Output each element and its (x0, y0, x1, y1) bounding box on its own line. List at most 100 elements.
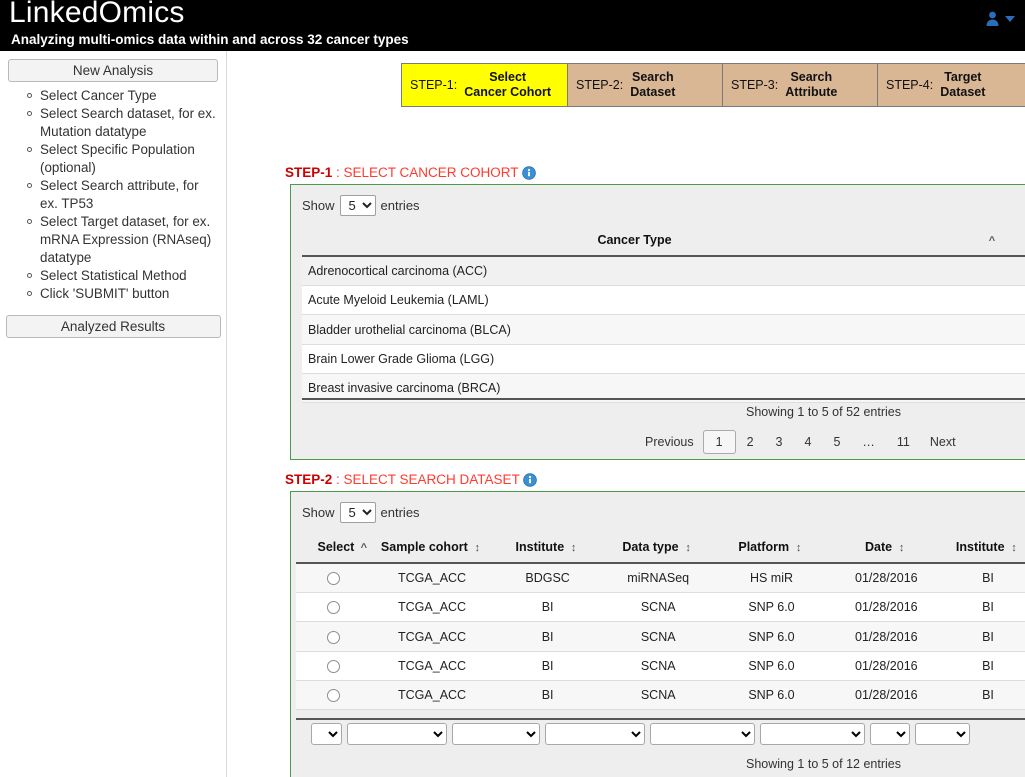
cancer-type-radio-cell[interactable] (1017, 286, 1025, 315)
filter-select[interactable] (311, 723, 342, 745)
user-icon[interactable] (985, 11, 1000, 27)
sort-ascending-icon[interactable]: ^ (986, 235, 998, 247)
pagination-page-1[interactable]: 1 (703, 430, 736, 454)
pagination-next[interactable]: Next (921, 431, 965, 453)
tab-step-2-line1: Search (632, 70, 674, 84)
filter-analysis[interactable] (915, 723, 970, 745)
pagination-page-5[interactable]: 5 (822, 431, 851, 453)
col-sample-cohort[interactable]: Sample cohort ↕ (372, 534, 492, 563)
chevron-down-icon[interactable] (1005, 16, 1015, 22)
search-dataset-table: Select ^ Sample cohort ↕ Institute ↕ D (296, 534, 1025, 710)
cancer-type-radio-cell[interactable] (1017, 315, 1025, 344)
sort-ascending-icon[interactable]: ^ (358, 542, 370, 554)
sidebar-step-label: Click 'SUBMIT' button (40, 286, 169, 301)
col-data-type-label: Data type (622, 540, 678, 554)
filter-institute-2[interactable] (870, 723, 910, 745)
new-analysis-button[interactable]: New Analysis (8, 59, 218, 82)
filter-date[interactable] (760, 723, 865, 745)
col-select-sort[interactable]: ↕ (1017, 227, 1025, 256)
cell-data-type: SCNA (603, 622, 714, 651)
cancer-type-radio-cell[interactable] (1017, 344, 1025, 373)
dataset-radio[interactable] (327, 689, 340, 702)
step2-section-title: STEP-2 : SELECT SEARCH DATASET (285, 472, 537, 490)
table-row[interactable]: TCGA_ACC BI SCNA SNP 6.0 01/28/2016 BI F… (296, 622, 1025, 651)
sidebar-step-label: Select Target dataset, for ex. mRNA Expr… (40, 214, 211, 265)
table-row[interactable]: Adrenocortical carcinoma (ACC) (302, 256, 1025, 286)
tab-step-4[interactable]: STEP-4: Target Dataset (877, 63, 1025, 107)
cell-data-type: SCNA (603, 593, 714, 622)
sort-updown-icon[interactable]: ↕ (896, 542, 908, 554)
filter-platform[interactable] (650, 723, 755, 745)
sort-updown-icon[interactable]: ↕ (682, 542, 694, 554)
dataset-radio-cell[interactable] (296, 651, 372, 680)
tab-step-2-label: Search Dataset (630, 70, 675, 100)
sort-updown-icon[interactable]: ↕ (793, 542, 805, 554)
cancer-type-radio-cell[interactable] (1017, 256, 1025, 286)
filter-data-type[interactable] (545, 723, 645, 745)
info-icon[interactable] (522, 166, 536, 183)
cell-institute-2: BI (943, 651, 1025, 680)
col-select[interactable]: Select ^ (296, 534, 372, 563)
cell-institute-2: BI (943, 593, 1025, 622)
table-row[interactable]: TCGA_ACC BI SCNA SNP 6.0 01/28/2016 BI G… (296, 651, 1025, 680)
pagination-page-11[interactable]: 11 (886, 431, 921, 453)
col-cancer-type-sort[interactable]: ^ (967, 227, 1017, 256)
col-institute-2[interactable]: Institute ↕ (943, 534, 1025, 563)
user-menu[interactable] (985, 11, 1015, 27)
col-data-type[interactable]: Data type ↕ (603, 534, 714, 563)
step2-page-size-select[interactable]: 5 (340, 502, 376, 523)
sort-updown-icon[interactable]: ↕ (568, 542, 580, 554)
tab-step-3[interactable]: STEP-3: Search Attribute (722, 63, 877, 107)
dataset-radio-cell[interactable] (296, 563, 372, 593)
col-platform[interactable]: Platform ↕ (714, 534, 830, 563)
dataset-radio[interactable] (327, 660, 340, 673)
cancer-type-spacer (967, 344, 1017, 373)
col-institute[interactable]: Institute ↕ (492, 534, 603, 563)
table-row[interactable]: Brain Lower Grade Glioma (LGG) (302, 344, 1025, 373)
table-row[interactable]: Acute Myeloid Leukemia (LAML) (302, 286, 1025, 315)
col-date[interactable]: Date ↕ (829, 534, 943, 563)
dataset-radio[interactable] (327, 601, 340, 614)
step1-section-title: STEP-1 : SELECT CANCER COHORT (285, 165, 536, 183)
sidebar-step-label: Select Statistical Method (40, 268, 187, 283)
dataset-radio[interactable] (327, 631, 340, 644)
page-body: New Analysis Select Cancer Type Select S… (0, 51, 1025, 777)
bullet-icon (27, 111, 32, 116)
search-dataset-table-body: TCGA_ACC BDGSC miRNASeq HS miR 01/28/201… (296, 563, 1025, 710)
cell-data-type: SCNA (603, 680, 714, 709)
pagination-page-4[interactable]: 4 (794, 431, 823, 453)
pagination-page-3[interactable]: 3 (765, 431, 794, 453)
table-row[interactable]: Bladder urothelial carcinoma (BLCA) (302, 315, 1025, 344)
tab-step-2[interactable]: STEP-2: Search Dataset (567, 63, 722, 107)
tab-step-2-line2: Dataset (630, 85, 675, 99)
info-icon[interactable] (523, 473, 537, 490)
filter-sample-cohort[interactable] (347, 723, 447, 745)
pagination-page-2[interactable]: 2 (736, 431, 765, 453)
tab-step-1[interactable]: STEP-1: Select Cancer Cohort (401, 63, 567, 107)
table-row[interactable]: TCGA_ACC BDGSC miRNASeq HS miR 01/28/201… (296, 563, 1025, 593)
analyzed-results-button[interactable]: Analyzed Results (6, 315, 221, 338)
cancer-type-spacer (967, 286, 1017, 315)
dataset-radio[interactable] (327, 572, 340, 585)
tab-step-1-line1: Select (489, 70, 526, 84)
dataset-radio-cell[interactable] (296, 622, 372, 651)
step2-panel: Show 5 entries Select ^ Sample cohort (290, 491, 1025, 777)
cell-institute: BI (492, 593, 603, 622)
sort-updown-icon[interactable]: ↕ (1008, 542, 1020, 554)
step1-pagination: Previous 1 2 3 4 5 … 11 Next (636, 430, 965, 454)
filter-institute[interactable] (452, 723, 540, 745)
main-content: STEP-1: Select Cancer Cohort STEP-2: Sea… (228, 51, 1025, 777)
step1-page-size-select[interactable]: 5 (340, 195, 376, 216)
table-row[interactable]: TCGA_ACC BI SCNA SNP 6.0 01/28/2016 BI F… (296, 593, 1025, 622)
step2-entries-label: entries (381, 505, 420, 520)
cancer-type-name: Adrenocortical carcinoma (ACC) (302, 256, 967, 286)
table-row[interactable]: TCGA_ACC BI SCNA SNP 6.0 01/28/2016 BI G… (296, 680, 1025, 709)
step2-show-label: Show (302, 505, 335, 520)
list-item: Select Search attribute, for ex. TP53 (40, 177, 218, 213)
cell-institute: BI (492, 680, 603, 709)
dataset-radio-cell[interactable] (296, 680, 372, 709)
pagination-previous[interactable]: Previous (636, 431, 703, 453)
col-cancer-type[interactable]: Cancer Type (302, 227, 967, 256)
sort-updown-icon[interactable]: ↕ (471, 542, 483, 554)
dataset-radio-cell[interactable] (296, 593, 372, 622)
